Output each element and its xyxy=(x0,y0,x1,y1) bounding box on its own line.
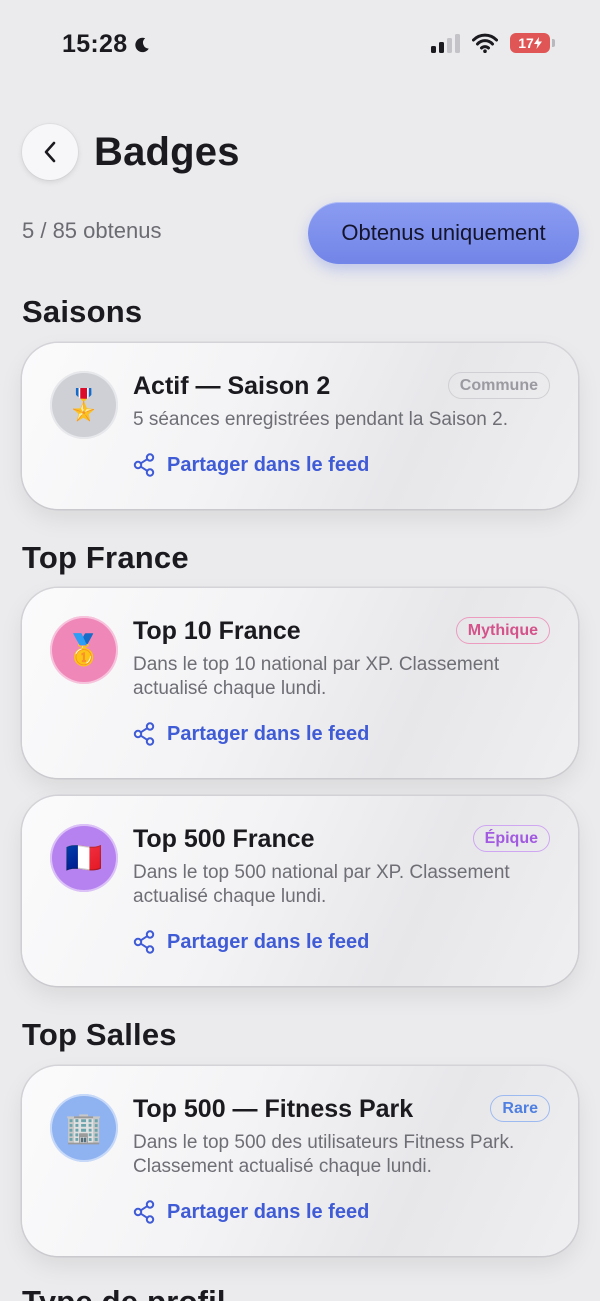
section-title-type-de-profil: Type de profil xyxy=(22,1284,226,1301)
rarity-badge: Commune xyxy=(447,372,550,399)
share-to-feed-button[interactable]: Partager dans le feed xyxy=(133,1200,369,1224)
badge-card: 🏢 Top 500 — Fitness Park Rare Dans le to… xyxy=(22,1066,578,1256)
badge-card: 🥇 Top 10 France Mythique Dans le top 10 … xyxy=(22,588,578,778)
share-to-feed-button[interactable]: Partager dans le feed xyxy=(133,453,369,477)
back-button[interactable] xyxy=(22,124,78,180)
chevron-left-icon xyxy=(44,141,56,163)
obtained-only-filter-button[interactable]: Obtenus uniquement xyxy=(308,202,579,264)
badge-description: 5 séances enregistrées pendant la Saison… xyxy=(133,409,508,430)
france-flag-icon: 🇫🇷 xyxy=(50,824,118,892)
header: Badges xyxy=(22,124,240,180)
office-building-icon: 🏢 xyxy=(50,1094,118,1162)
badge-title: Top 500 — Fitness Park xyxy=(133,1095,414,1123)
share-label: Partager dans le feed xyxy=(167,722,370,745)
share-to-feed-button[interactable]: Partager dans le feed xyxy=(133,930,369,954)
badge-card: 🇫🇷 Top 500 France Épique Dans le top 500… xyxy=(22,796,578,986)
wifi-icon xyxy=(472,33,498,53)
badge-card: 🎖️ Actif — Saison 2 Commune 5 séances en… xyxy=(22,343,578,509)
badge-description: Dans le top 500 national par XP. Classem… xyxy=(133,862,510,907)
section-title-top-salles: Top Salles xyxy=(22,1017,177,1052)
badge-title: Actif — Saison 2 xyxy=(133,372,331,400)
military-medal-icon: 🎖️ xyxy=(50,371,118,439)
status-bar: 15:28 17 xyxy=(0,0,600,90)
rarity-badge: Rare xyxy=(490,1095,550,1122)
charging-bolt-icon xyxy=(533,37,542,49)
share-icon xyxy=(133,453,155,477)
time-text: 15:28 xyxy=(62,30,128,58)
status-right: 17 xyxy=(431,33,555,53)
status-time: 15:28 xyxy=(62,30,151,59)
rarity-badge: Mythique xyxy=(455,617,550,644)
moon-icon xyxy=(135,37,150,52)
cellular-signal-icon xyxy=(431,33,460,53)
section-title-saisons: Saisons xyxy=(22,294,143,329)
share-label: Partager dans le feed xyxy=(167,1200,370,1223)
section-title-top-france: Top France xyxy=(22,540,189,575)
battery-level: 17 xyxy=(518,35,534,51)
badge-title: Top 500 France xyxy=(133,825,315,853)
battery-icon: 17 xyxy=(510,33,555,53)
page-title: Badges xyxy=(94,129,240,174)
share-icon xyxy=(133,1200,155,1224)
rarity-badge: Épique xyxy=(472,825,550,852)
badge-title: Top 10 France xyxy=(133,617,301,645)
gold-medal-icon: 🥇 xyxy=(50,616,118,684)
share-to-feed-button[interactable]: Partager dans le feed xyxy=(133,722,369,746)
badge-count-summary: 5 / 85 obtenus xyxy=(22,218,162,243)
share-label: Partager dans le feed xyxy=(167,930,370,953)
badge-description: Dans le top 500 des utilisateurs Fitness… xyxy=(133,1132,515,1177)
share-icon xyxy=(133,930,155,954)
badge-description: Dans le top 10 national par XP. Classeme… xyxy=(133,654,500,699)
share-icon xyxy=(133,722,155,746)
share-label: Partager dans le feed xyxy=(167,453,370,476)
